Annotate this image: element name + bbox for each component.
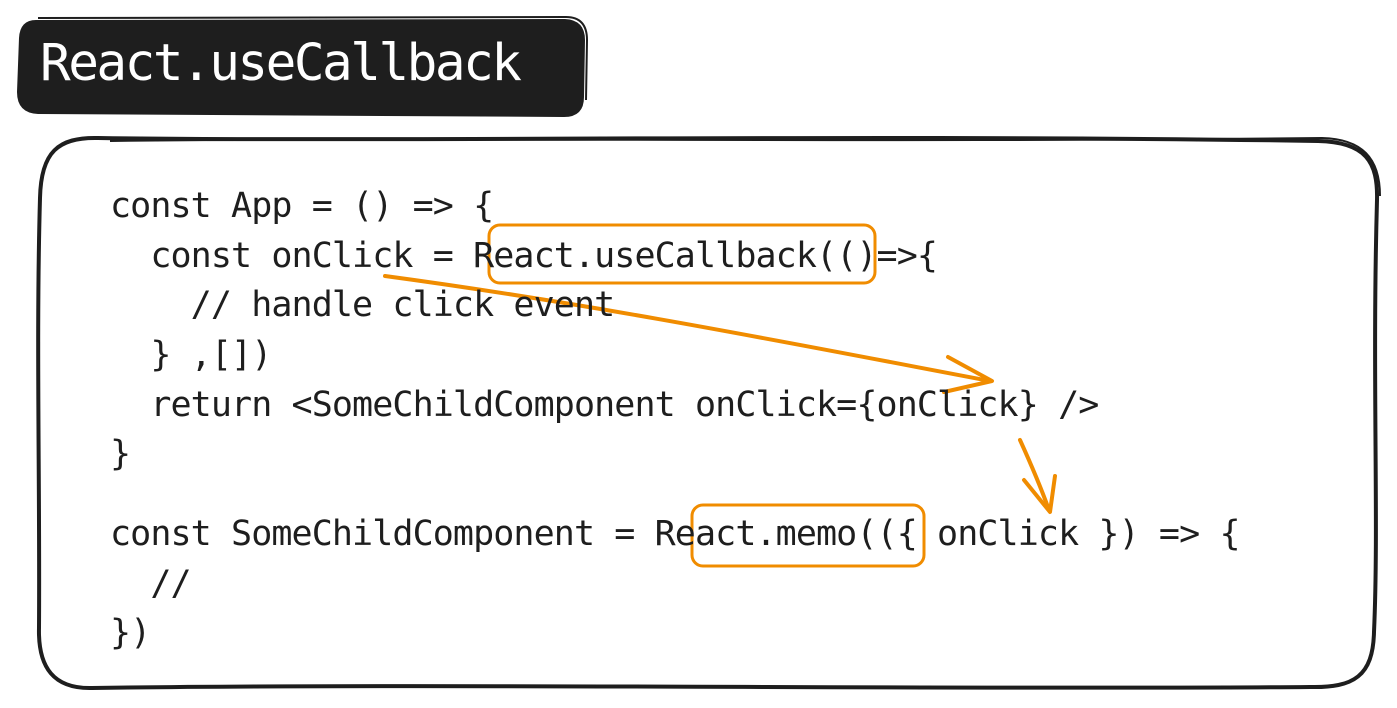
page-title: React.useCallback [40,34,522,93]
code-line-8: const SomeChildComponent = React.memo(({… [110,514,1241,554]
code-line-10: }) [110,613,151,653]
code-line-2: const onClick = React.useCallback(()=>{ [110,236,938,276]
code-line-1: const App = () => { [110,186,494,226]
code-line-4: } ,[]) [110,335,272,375]
code-line-3: // handle click event [110,285,616,325]
code-line-9: // [110,564,191,604]
code-line-5: return <SomeChildComponent onClick={onCl… [110,385,1099,425]
code-line-6: } [110,434,131,474]
